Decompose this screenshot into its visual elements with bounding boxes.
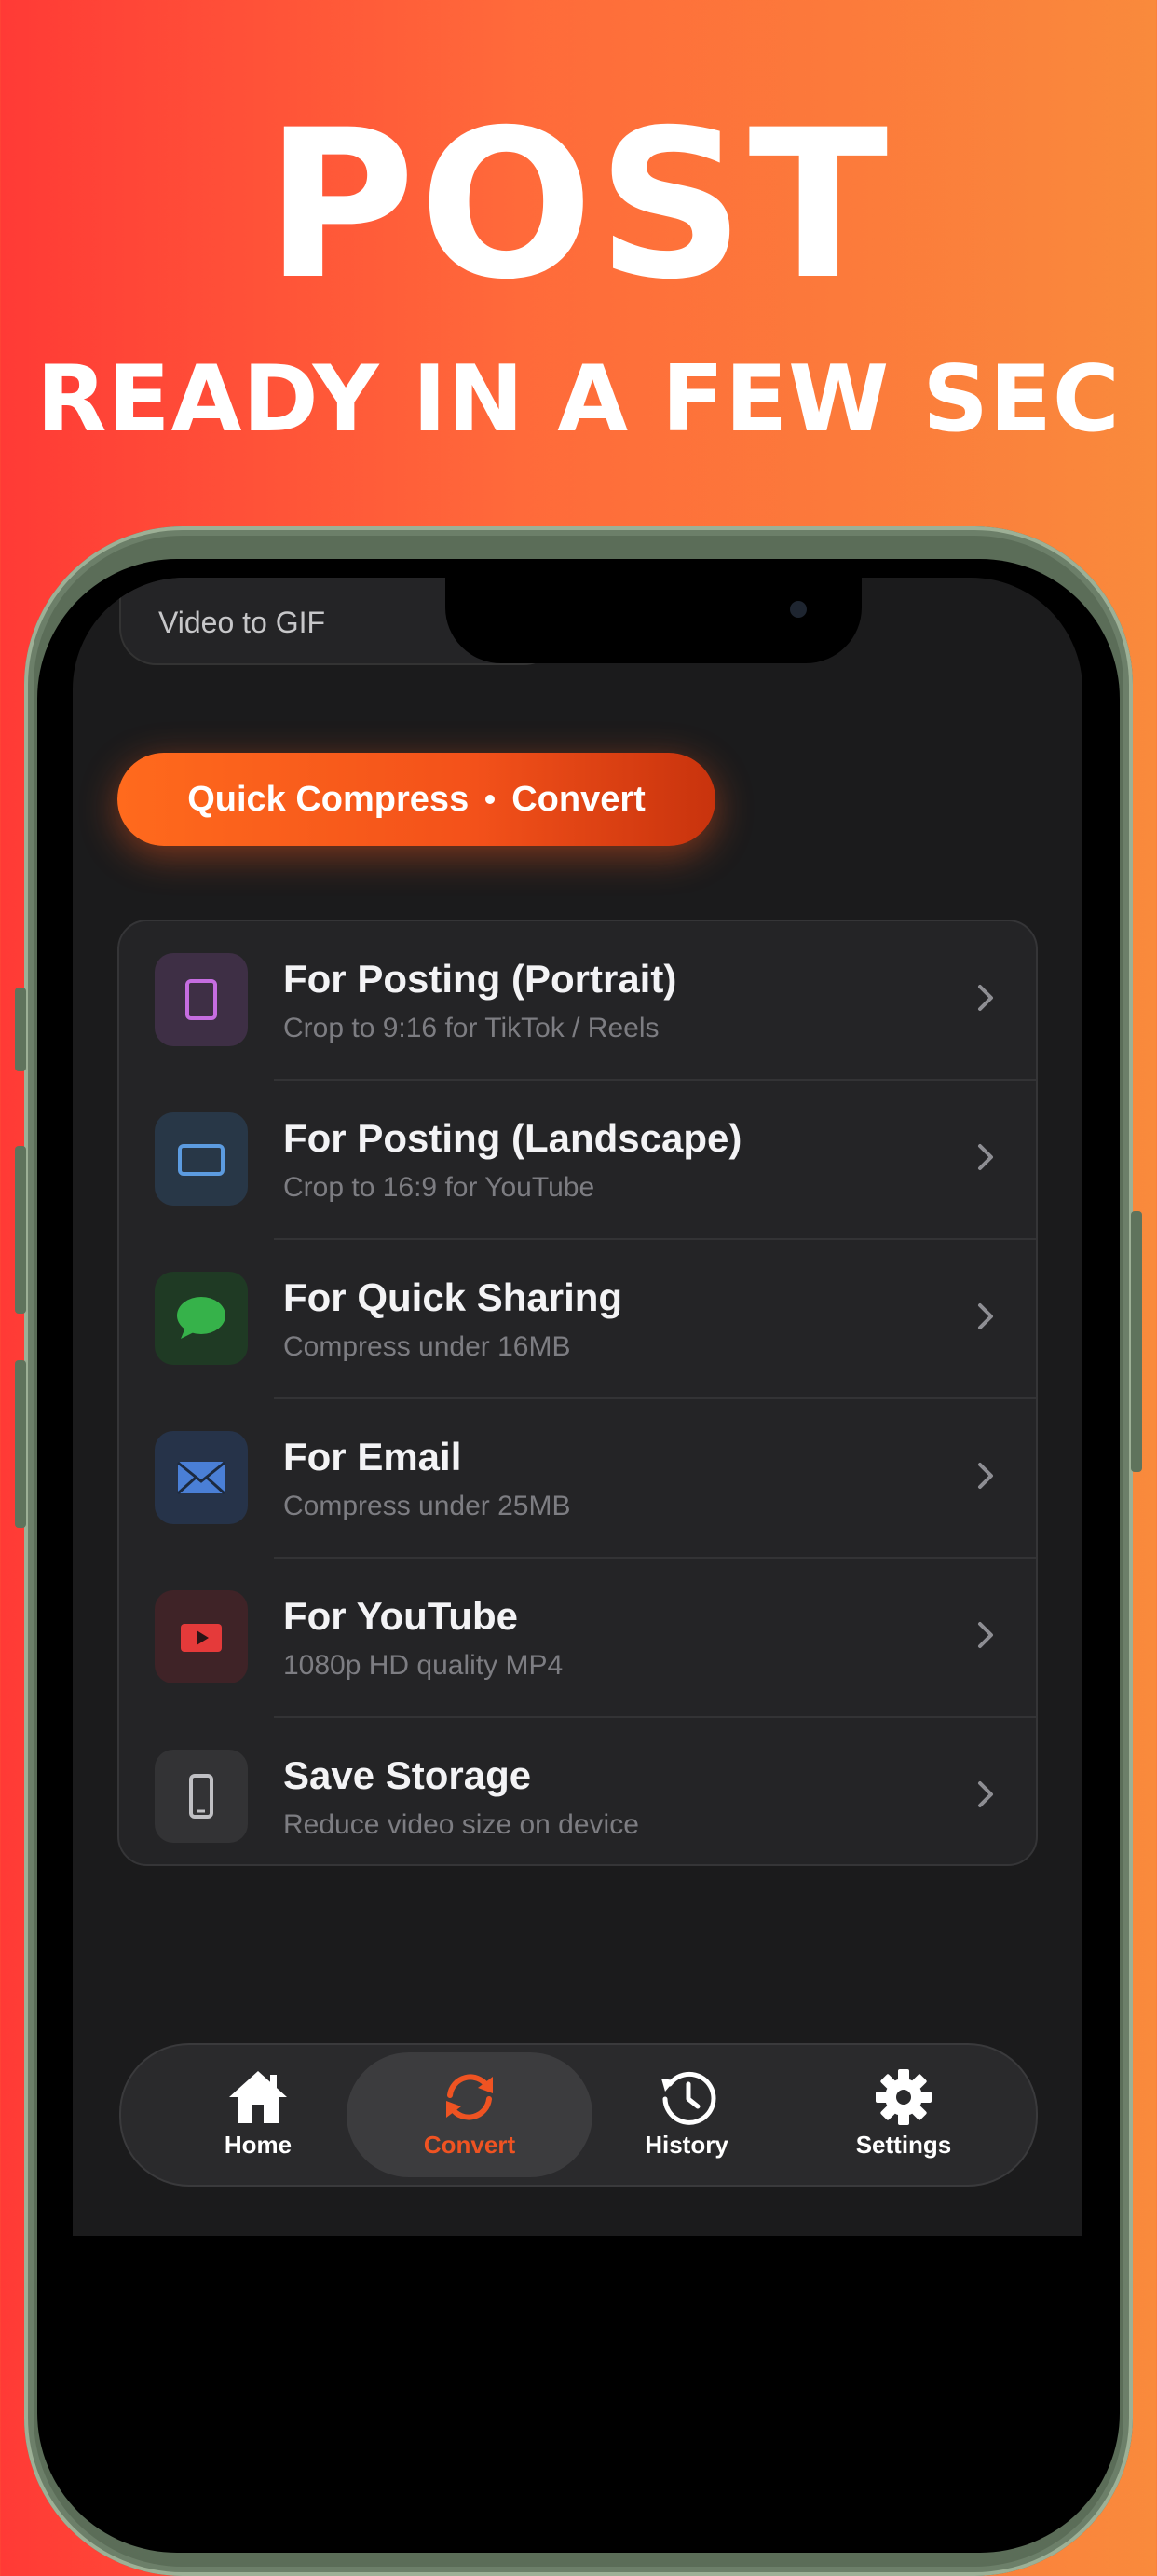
power-button [1131, 1211, 1142, 1472]
chevron-right-icon [978, 1144, 993, 1170]
tab-home-label: Home [224, 2131, 293, 2159]
preset-subtitle: Crop to 16:9 for YouTube [283, 1172, 595, 1203]
preset-row-landscape[interactable]: For Posting (Landscape) Crop to 16:9 for… [119, 1081, 1036, 1240]
chevron-right-icon [978, 1463, 993, 1489]
preset-subtitle: Reduce video size on device [283, 1809, 639, 1840]
front-camera [790, 601, 807, 618]
separator-dot [485, 795, 496, 804]
preset-title: For Posting (Landscape) [283, 1116, 742, 1160]
preset-title: Save Storage [283, 1753, 532, 1797]
tab-history-label: History [645, 2131, 728, 2159]
home-icon [229, 2071, 287, 2123]
preset-subtitle: Compress under 25MB [283, 1491, 571, 1521]
tab-home[interactable]: Home [165, 2067, 351, 2160]
video-to-gif-label: Video to GIF [158, 606, 326, 639]
tab-convert-label: Convert [423, 2131, 516, 2159]
volume-down-button [15, 1360, 26, 1528]
preset-row-quick-sharing[interactable]: For Quick Sharing Compress under 16MB [119, 1240, 1036, 1399]
preset-list: For Posting (Portrait) Crop to 9:16 for … [117, 920, 1038, 1866]
landscape-icon [155, 1112, 248, 1206]
preset-subtitle: 1080p HD quality MP4 [283, 1650, 564, 1681]
chevron-right-icon [978, 1781, 993, 1807]
volume-up-button [15, 1146, 26, 1314]
chevron-right-icon [978, 1303, 993, 1329]
preset-row-portrait[interactable]: For Posting (Portrait) Crop to 9:16 for … [119, 921, 1036, 1081]
preset-row-email[interactable]: For Email Compress under 25MB [119, 1399, 1036, 1559]
mute-switch [15, 988, 26, 1071]
chevron-right-icon [978, 1622, 993, 1648]
preset-title: For Email [283, 1435, 462, 1479]
tab-settings[interactable]: Settings [810, 2067, 997, 2160]
quick-compress-label: Quick Compress [187, 779, 470, 819]
tab-settings-label: Settings [855, 2131, 952, 2159]
play-icon [155, 1590, 248, 1683]
preset-row-save-storage[interactable]: Save Storage Reduce video size on device [119, 1718, 1036, 1864]
preset-title: For Quick Sharing [283, 1275, 623, 1319]
preset-subtitle: Compress under 16MB [283, 1331, 571, 1362]
envelope-icon [155, 1431, 248, 1524]
chevron-right-icon [978, 985, 993, 1011]
phone-icon [155, 1750, 248, 1843]
headline-title: POST [265, 86, 892, 324]
tab-bar: Home Convert History Settings [119, 2043, 1038, 2187]
app-screen: Video to GIF Quick Compress Convert For … [73, 578, 1082, 2236]
convert-arrows-icon [446, 2074, 493, 2120]
history-clock-icon [661, 2071, 716, 2125]
message-bubble-icon [155, 1272, 248, 1365]
notch [445, 578, 862, 663]
portrait-icon [155, 953, 248, 1046]
tab-history[interactable]: History [593, 2067, 780, 2160]
preset-title: For Posting (Portrait) [283, 957, 677, 1001]
quick-compress-convert-pill[interactable]: Quick Compress Convert [117, 753, 715, 846]
preset-subtitle: Crop to 9:16 for TikTok / Reels [283, 1013, 660, 1043]
screen-bottom [73, 2236, 1082, 2504]
preset-row-youtube[interactable]: For YouTube 1080p HD quality MP4 [119, 1559, 1036, 1718]
preset-title: For YouTube [283, 1594, 518, 1638]
headline-subtitle: READY IN A FEW SEC [36, 347, 1121, 453]
tab-convert[interactable]: Convert [376, 2067, 563, 2160]
convert-label: Convert [511, 779, 646, 819]
gear-icon [876, 2069, 932, 2125]
